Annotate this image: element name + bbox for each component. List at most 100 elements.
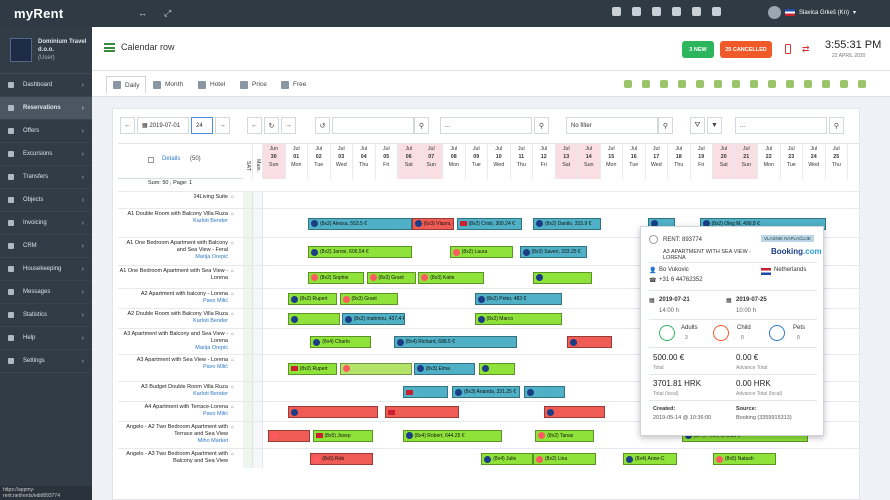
day-column-header[interactable]: Jul 16 Tue [623, 144, 646, 179]
reservation-bar[interactable]: (8x5) Rob [310, 453, 374, 465]
tool-icon-14[interactable] [858, 80, 866, 88]
sidebar-item-objects[interactable]: Objects › [0, 189, 92, 212]
tab-free[interactable]: Free [275, 76, 312, 93]
unit-label[interactable]: A3 Apartment with Balcony and Sea View -… [118, 329, 231, 352]
reservation-bar[interactable]: (8x3) Saveri, 333.25 € [519, 246, 587, 258]
unit-info-icon[interactable]: ⌂ [231, 194, 243, 200]
reservation-bar[interactable]: (8x2) Alessa, 553.5 € [308, 217, 412, 230]
unit-label[interactable]: Angelo - A2 Two Bedroom Apartment with T… [118, 422, 231, 445]
unit-label[interactable]: A4 Apartment with Terrace-Lorena Pavo Mil… [118, 402, 231, 418]
sidebar-item-offers[interactable]: Offers › [0, 120, 92, 143]
day-column-header[interactable]: Jul 17 Wed [646, 144, 668, 179]
sidebar-item-statistics[interactable]: Statistics › [0, 304, 92, 327]
unit-manager-link[interactable]: Marija Orepić [118, 254, 228, 261]
day-column-header[interactable]: Jul 13 Sat [555, 144, 578, 179]
reset-icon[interactable]: ↺ [315, 117, 330, 134]
reservation-bar[interactable]: (8x2) Peter, 483 € [474, 293, 563, 305]
reservation-bar[interactable]: (8x2) Marco [474, 313, 563, 325]
tab-hotel[interactable]: Hotel [192, 76, 231, 93]
unit-info-icon[interactable]: ⌂ [231, 268, 243, 274]
fullscreen-icon[interactable]: ⤢ [164, 8, 171, 19]
reservation-bar[interactable]: (8x2) Sophie [308, 271, 365, 284]
sidebar-item-dashboard[interactable]: Dashboard › [0, 74, 92, 97]
prev-arrow-button[interactable]: ← [120, 117, 135, 134]
reservation-bar[interactable]: (8x3) Grant [366, 271, 416, 284]
day-column-header[interactable]: Jul 09 Tue [466, 144, 488, 179]
tool-icon-8[interactable] [750, 80, 758, 88]
tool-icon-5[interactable] [696, 80, 704, 88]
tool-icon-13[interactable] [840, 80, 848, 88]
details-link[interactable]: Details [162, 156, 180, 162]
day-column-header[interactable]: Jul 04 Thu [353, 144, 376, 179]
reservation-bar[interactable]: (8x2) Danilo, 315.9 € [533, 217, 601, 230]
forward-arrow-button[interactable]: → [281, 117, 296, 134]
filter-icon[interactable]: ⛛ [690, 117, 705, 134]
sidebar-item-invoicing[interactable]: Invoicing › [0, 212, 92, 235]
reservation-bar[interactable] [287, 313, 340, 325]
unit-info-icon[interactable]: ⌂ [231, 404, 243, 410]
tool-icon-3[interactable] [660, 80, 668, 88]
home-icon[interactable] [652, 7, 661, 16]
reservation-bar[interactable] [339, 362, 412, 375]
day-column-header[interactable]: Jul 18 Thu [668, 144, 691, 179]
day-column-header[interactable]: Jul 24 Wed [803, 144, 826, 179]
cancelled-button[interactable]: 25 CANCELLED [720, 41, 772, 58]
reservation-bar[interactable]: (8x5) Josep [312, 429, 374, 442]
sidebar-item-messages[interactable]: Messages › [0, 281, 92, 304]
reservation-bar[interactable] [402, 386, 448, 398]
sidebar-item-settings[interactable]: Settings › [0, 350, 92, 373]
tab-price[interactable]: Price [234, 76, 273, 93]
unit-info-icon[interactable]: ⌂ [231, 451, 243, 457]
unit-info-icon[interactable]: ⌂ [231, 357, 243, 363]
tool-icon-11[interactable] [804, 80, 812, 88]
sidebar-item-excursions[interactable]: Excursions › [0, 143, 92, 166]
reservation-bar[interactable]: (8x5) Natash [713, 453, 776, 465]
day-column-header[interactable]: Jul 07 Sun [420, 144, 443, 179]
day-column-header[interactable]: Jul 06 Sat [398, 144, 421, 179]
unit-info-icon[interactable]: ⌂ [231, 424, 243, 430]
reservation-bar[interactable]: (8x2) Jaroni, 606.54 € [308, 246, 412, 258]
unit-info-icon[interactable]: ⌂ [231, 311, 243, 317]
unit-label[interactable]: A1 One Bedroom Apartment with Sea View -… [118, 266, 231, 282]
reservation-bar[interactable]: (8x4) Julie [481, 453, 533, 465]
date-picker[interactable]: ▦ 2019-07-01 [137, 117, 189, 134]
unit-manager-link[interactable]: Pavo Milić [118, 364, 228, 371]
tool-icon-2[interactable] [642, 80, 650, 88]
days-input[interactable]: 24 [191, 117, 213, 134]
tool-icon-9[interactable] [768, 80, 776, 88]
people-icon[interactable] [672, 7, 681, 16]
user-menu[interactable]: Slavica Grkeš (Kn) ▾ [768, 6, 856, 19]
next-arrow-button[interactable]: → [215, 117, 230, 134]
filter-solid-icon[interactable]: ▼ [707, 117, 722, 134]
reservation-bar[interactable] [384, 406, 459, 418]
list-icon[interactable] [104, 43, 115, 52]
expand-icon[interactable]: ↔ [138, 8, 147, 18]
unit-info-icon[interactable]: ⌂ [231, 384, 243, 390]
unit-manager-link[interactable]: Karloti Bender [118, 218, 228, 225]
unit-label[interactable]: A1 Double Room with Balcony Villa Ruza Ka… [118, 209, 231, 225]
reservation-bar[interactable] [524, 386, 565, 398]
day-column-header[interactable]: Jul 23 Tue [781, 144, 803, 179]
tool-icon-4[interactable] [678, 80, 686, 88]
back-arrow-button[interactable]: ← [247, 117, 262, 134]
reservation-bar[interactable]: (8x4) Richard, 688.5 € [393, 336, 518, 348]
unit-info-icon[interactable]: ⌂ [231, 240, 243, 246]
sidebar-item-housekeeping[interactable]: Housekeeping › [0, 258, 92, 281]
reservation-bar[interactable]: (8x2) Laura [449, 246, 513, 258]
reservation-bar[interactable]: (6x3) Vlasni, 0 [411, 217, 455, 230]
reservation-bar[interactable]: (8x2) mahmou, 437.4 € [341, 313, 405, 325]
search-icon-3[interactable]: ⚲ [658, 117, 673, 134]
unit-label[interactable]: A3 Budget Double Room Villa Ruza Karloti … [118, 382, 231, 398]
tab-daily[interactable]: Daily [106, 76, 147, 93]
day-column-header[interactable]: Jul 25 Thu [826, 144, 848, 179]
day-column-header[interactable]: Jul 19 Fri [691, 144, 713, 179]
reservation-bar[interactable]: (8x3) Elma [413, 362, 475, 375]
unit-label[interactable]: A2 Apartment with balcony - Lorena Pavo M… [118, 289, 231, 305]
day-column-header[interactable]: Jul 05 Fri [376, 144, 398, 179]
day-column-header[interactable]: Jul 02 Tue [308, 144, 331, 179]
phone-icon[interactable] [785, 44, 791, 54]
reservation-bar[interactable] [479, 362, 515, 375]
reservation-bar[interactable]: (8x2) Tanas [535, 429, 594, 442]
tool-icon-6[interactable] [714, 80, 722, 88]
day-column-header[interactable]: Jul 08 Mon [443, 144, 466, 179]
